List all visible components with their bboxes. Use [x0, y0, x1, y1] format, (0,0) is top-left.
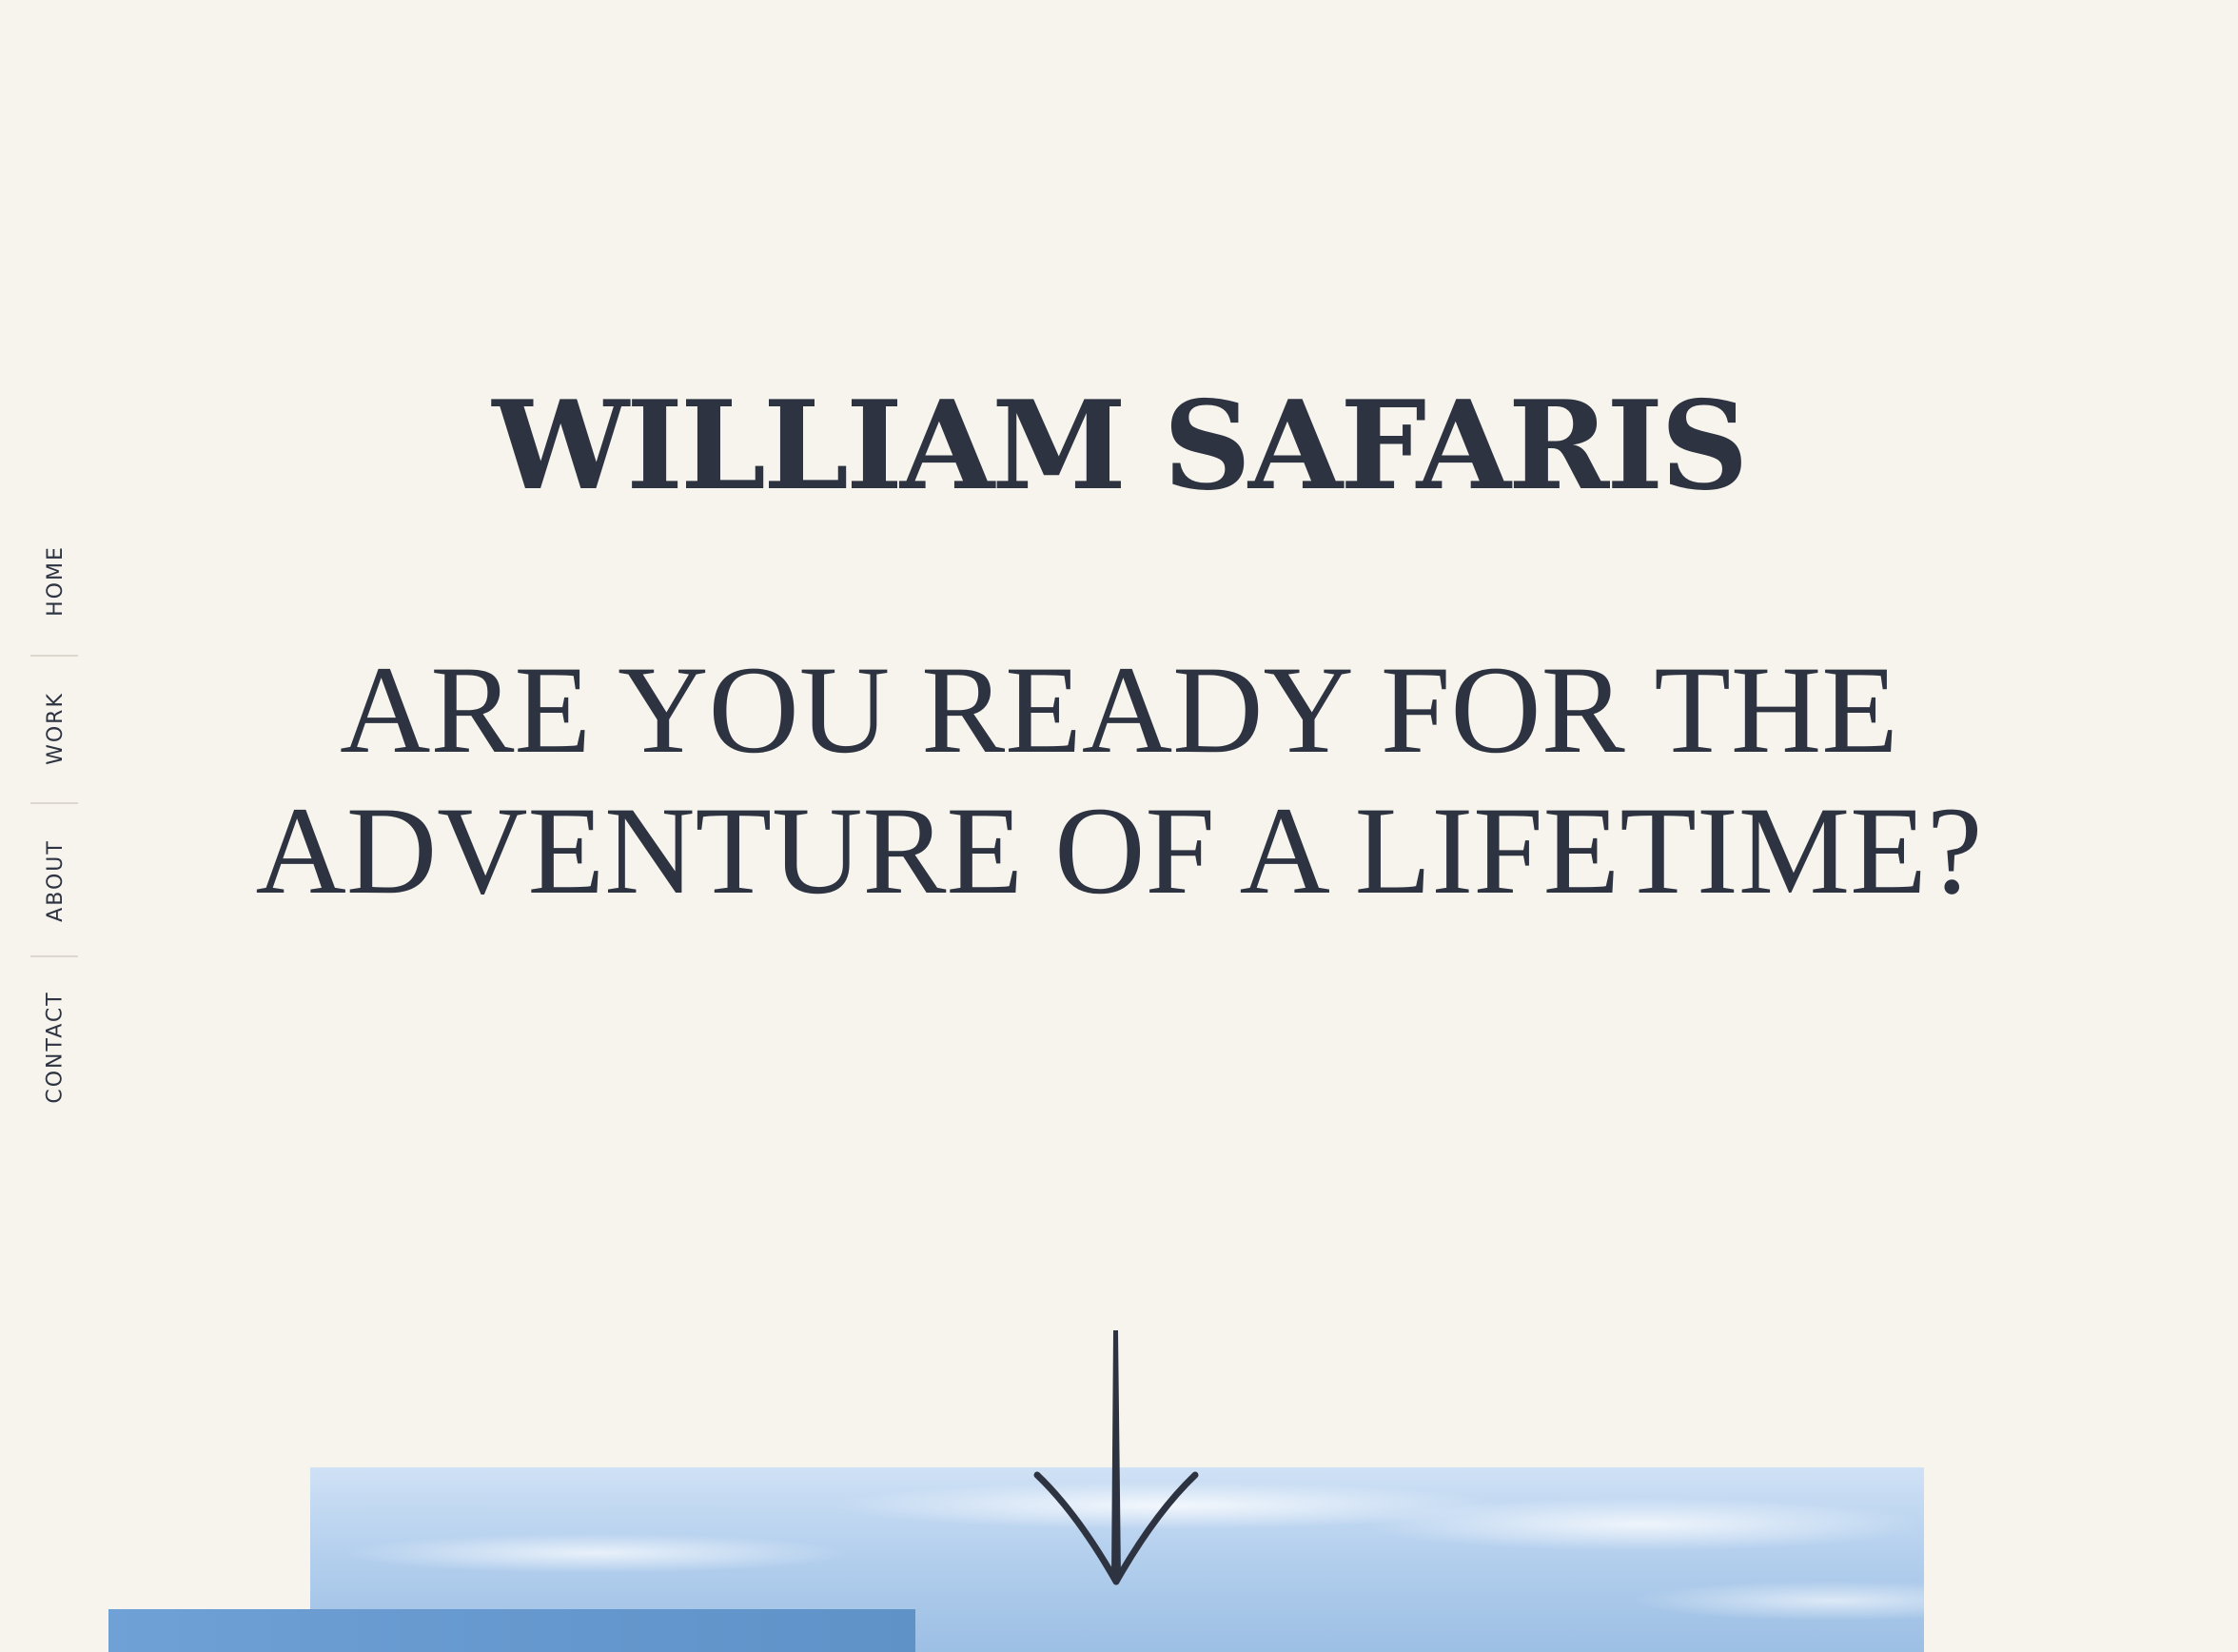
- nav-item-contact[interactable]: CONTACT: [29, 980, 82, 1113]
- nav-item-label: CONTACT: [43, 990, 68, 1104]
- tagline-line-2: ADVENTURE OF A LIFETIME?: [255, 780, 1983, 920]
- nav-divider: [30, 955, 78, 957]
- secondary-image: [108, 1609, 915, 1652]
- nav-item-home[interactable]: HOME: [29, 533, 82, 628]
- tagline-line-1: ARE YOU READY FOR THE: [340, 639, 1898, 779]
- page-title: WILLIAM SAFARIS: [492, 375, 1748, 518]
- nav-item-label: HOME: [43, 544, 68, 617]
- arrow-down-icon[interactable]: [1031, 1323, 1203, 1589]
- hero-tagline: ARE YOU READY FOR THE ADVENTURE OF A LIF…: [0, 639, 2238, 921]
